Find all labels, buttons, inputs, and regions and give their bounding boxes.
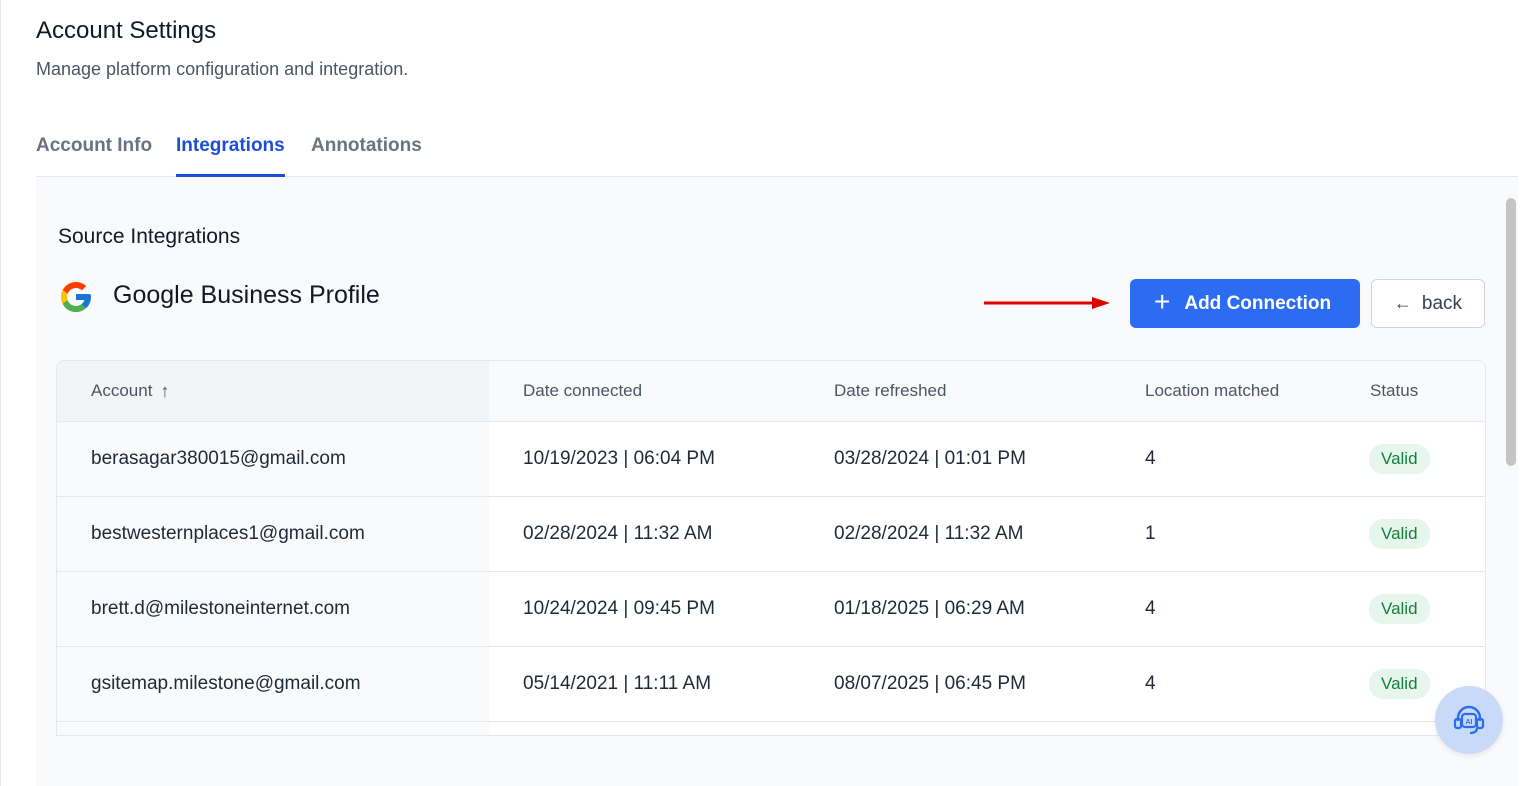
tab-integrations[interactable]: Integrations <box>176 128 285 177</box>
integrations-panel: Source Integrations Google Business Prof… <box>36 177 1518 786</box>
vertical-scrollbar[interactable] <box>1506 198 1516 466</box>
ai-assistant-button[interactable]: AI <box>1435 686 1503 754</box>
account-settings-page: Account Settings Manage platform configu… <box>0 0 1531 786</box>
cell-date-connected: 10/24/2024 | 09:45 PM <box>523 598 715 619</box>
cell-date-refreshed: 02/28/2024 | 11:32 AM <box>834 523 1024 544</box>
svg-text:AI: AI <box>1466 719 1473 726</box>
table-row[interactable]: brett.d@milestoneinternet.com 10/24/2024… <box>57 572 1485 647</box>
section-title: Source Integrations <box>58 225 241 248</box>
cell-account: gsitemap.milestone@gmail.com <box>57 647 489 721</box>
tab-annotations[interactable]: Annotations <box>311 128 422 177</box>
header-account-label: Account <box>91 381 153 400</box>
cell-status: Valid <box>1336 572 1430 646</box>
status-badge: Valid <box>1369 669 1430 699</box>
cell-status: Valid <box>1336 497 1430 571</box>
add-connection-label: Add Connection <box>1184 292 1332 314</box>
provider-name: Google Business Profile <box>113 281 380 309</box>
header-location-matched: Location matched <box>1145 381 1280 400</box>
cell-location-matched: 1 <box>1145 523 1156 544</box>
arrow-left-icon: ← <box>1393 293 1412 313</box>
cell-status: Valid <box>1336 647 1430 721</box>
cell-account: brett.d@milestoneinternet.com <box>57 572 489 646</box>
cell-date-connected: 02/28/2024 | 11:32 AM <box>523 523 713 544</box>
cell-date-refreshed: 03/28/2024 | 01:01 PM <box>834 448 1026 469</box>
google-logo-icon <box>61 282 91 312</box>
table-row[interactable]: gsitemap.milestone@gmail.com 05/14/2021 … <box>57 647 1485 722</box>
settings-tabs: Account Info Integrations Annotations <box>36 128 1518 177</box>
cell-location-matched: 4 <box>1145 598 1156 619</box>
cell-location-matched: 4 <box>1145 448 1156 469</box>
arrow-up-icon[interactable]: ↑ <box>160 381 169 402</box>
cell-account <box>57 722 489 735</box>
header-account[interactable]: Account ↑ <box>57 361 489 421</box>
table-row[interactable] <box>57 722 1485 735</box>
header-status: Status <box>1370 381 1419 400</box>
page-subtitle: Manage platform configuration and integr… <box>36 59 409 79</box>
header-date-refreshed: Date refreshed <box>834 381 947 400</box>
table-row[interactable]: berasagar380015@gmail.com 10/19/2023 | 0… <box>57 422 1485 497</box>
cell-location-matched: 4 <box>1145 673 1156 694</box>
table-row[interactable]: bestwesternplaces1@gmail.com 02/28/2024 … <box>57 497 1485 572</box>
status-badge: Valid <box>1369 444 1430 474</box>
cell-date-refreshed: 01/18/2025 | 06:29 AM <box>834 598 1025 619</box>
cell-status: Valid <box>1336 422 1430 496</box>
plus-icon: + <box>1154 286 1171 317</box>
cell-account: berasagar380015@gmail.com <box>57 422 489 496</box>
status-badge: Valid <box>1369 519 1430 549</box>
status-badge: Valid <box>1369 594 1430 624</box>
back-button[interactable]: ← back <box>1371 279 1485 328</box>
tab-account-info[interactable]: Account Info <box>36 128 152 177</box>
cell-date-refreshed: 08/07/2025 | 06:45 PM <box>834 673 1026 694</box>
add-connection-button[interactable]: + Add Connection <box>1130 279 1360 328</box>
back-label: back <box>1421 292 1463 314</box>
cell-account: bestwesternplaces1@gmail.com <box>57 497 489 571</box>
table-header-row: Account ↑ Date connected Date refreshed … <box>57 361 1485 422</box>
connections-table: Account ↑ Date connected Date refreshed … <box>56 360 1486 736</box>
annotation-arrow-icon <box>984 297 1110 309</box>
ai-assistant-headset-icon: AI <box>1453 705 1485 735</box>
cell-date-connected: 10/19/2023 | 06:04 PM <box>523 448 715 469</box>
page-title: Account Settings <box>36 17 217 44</box>
cell-date-connected: 05/14/2021 | 11:11 AM <box>523 673 712 694</box>
header-date-connected: Date connected <box>523 381 643 400</box>
